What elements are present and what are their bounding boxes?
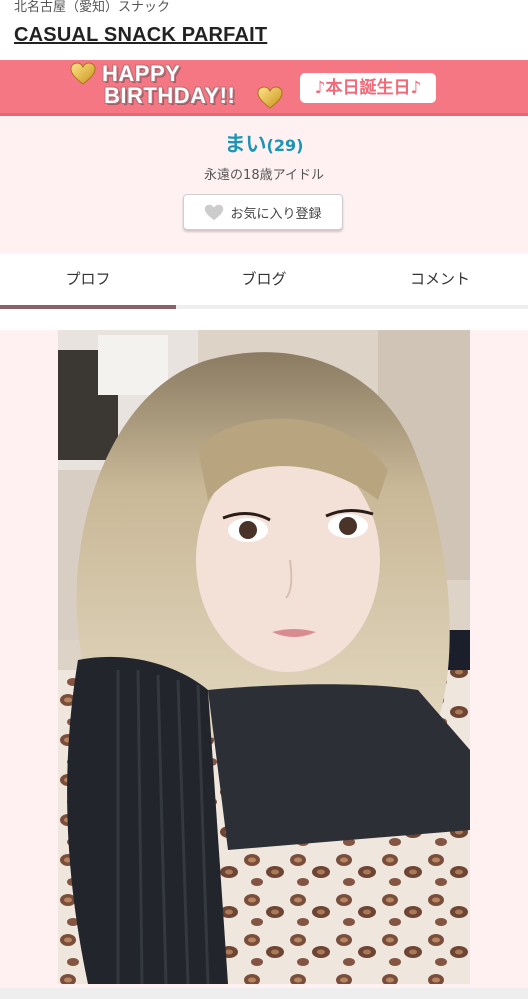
gold-heart-icon — [70, 62, 96, 85]
birthday-line-2: BIRTHDAY!! — [104, 83, 236, 108]
favorite-button-label: お気に入り登録 — [230, 206, 322, 222]
profile-tabs: プロフ ブログ コメント — [0, 254, 528, 309]
tab-profile[interactable]: プロフ — [0, 254, 176, 309]
area-category-label: 北名古屋（愛知）スナック — [14, 0, 171, 15]
cast-age: (29) — [266, 136, 304, 155]
profile-section: まい(29) 永遠の18歳アイドル お気に入り登録 — [0, 116, 528, 254]
catchphrase: 永遠の18歳アイドル — [204, 168, 324, 183]
gold-heart-icon — [257, 86, 283, 109]
site-header: 北名古屋（愛知）スナック CASUAL SNACK PARFAIT — [0, 0, 528, 60]
heart-icon — [205, 204, 224, 220]
tab-blog[interactable]: ブログ — [176, 254, 352, 305]
bottom-bar — [0, 988, 528, 999]
name-row: まい(29) — [0, 128, 528, 158]
happy-birthday-text: HAPPY BIRTHDAY!! — [102, 63, 235, 107]
profile-photo[interactable] — [58, 330, 470, 984]
shop-name-link[interactable]: CASUAL SNACK PARFAIT — [14, 24, 267, 47]
birthday-line-1: HAPPY — [102, 61, 181, 86]
photo-gallery — [0, 330, 528, 990]
birthday-banner: HAPPY BIRTHDAY!! ♪本日誕生日♪ — [0, 60, 528, 116]
tab-comment[interactable]: コメント — [352, 254, 528, 305]
birthday-today-badge: ♪本日誕生日♪ — [300, 73, 436, 103]
favorite-register-button[interactable]: お気に入り登録 — [183, 194, 343, 230]
cast-name: まい — [224, 132, 267, 156]
photo-illustration — [58, 330, 470, 984]
